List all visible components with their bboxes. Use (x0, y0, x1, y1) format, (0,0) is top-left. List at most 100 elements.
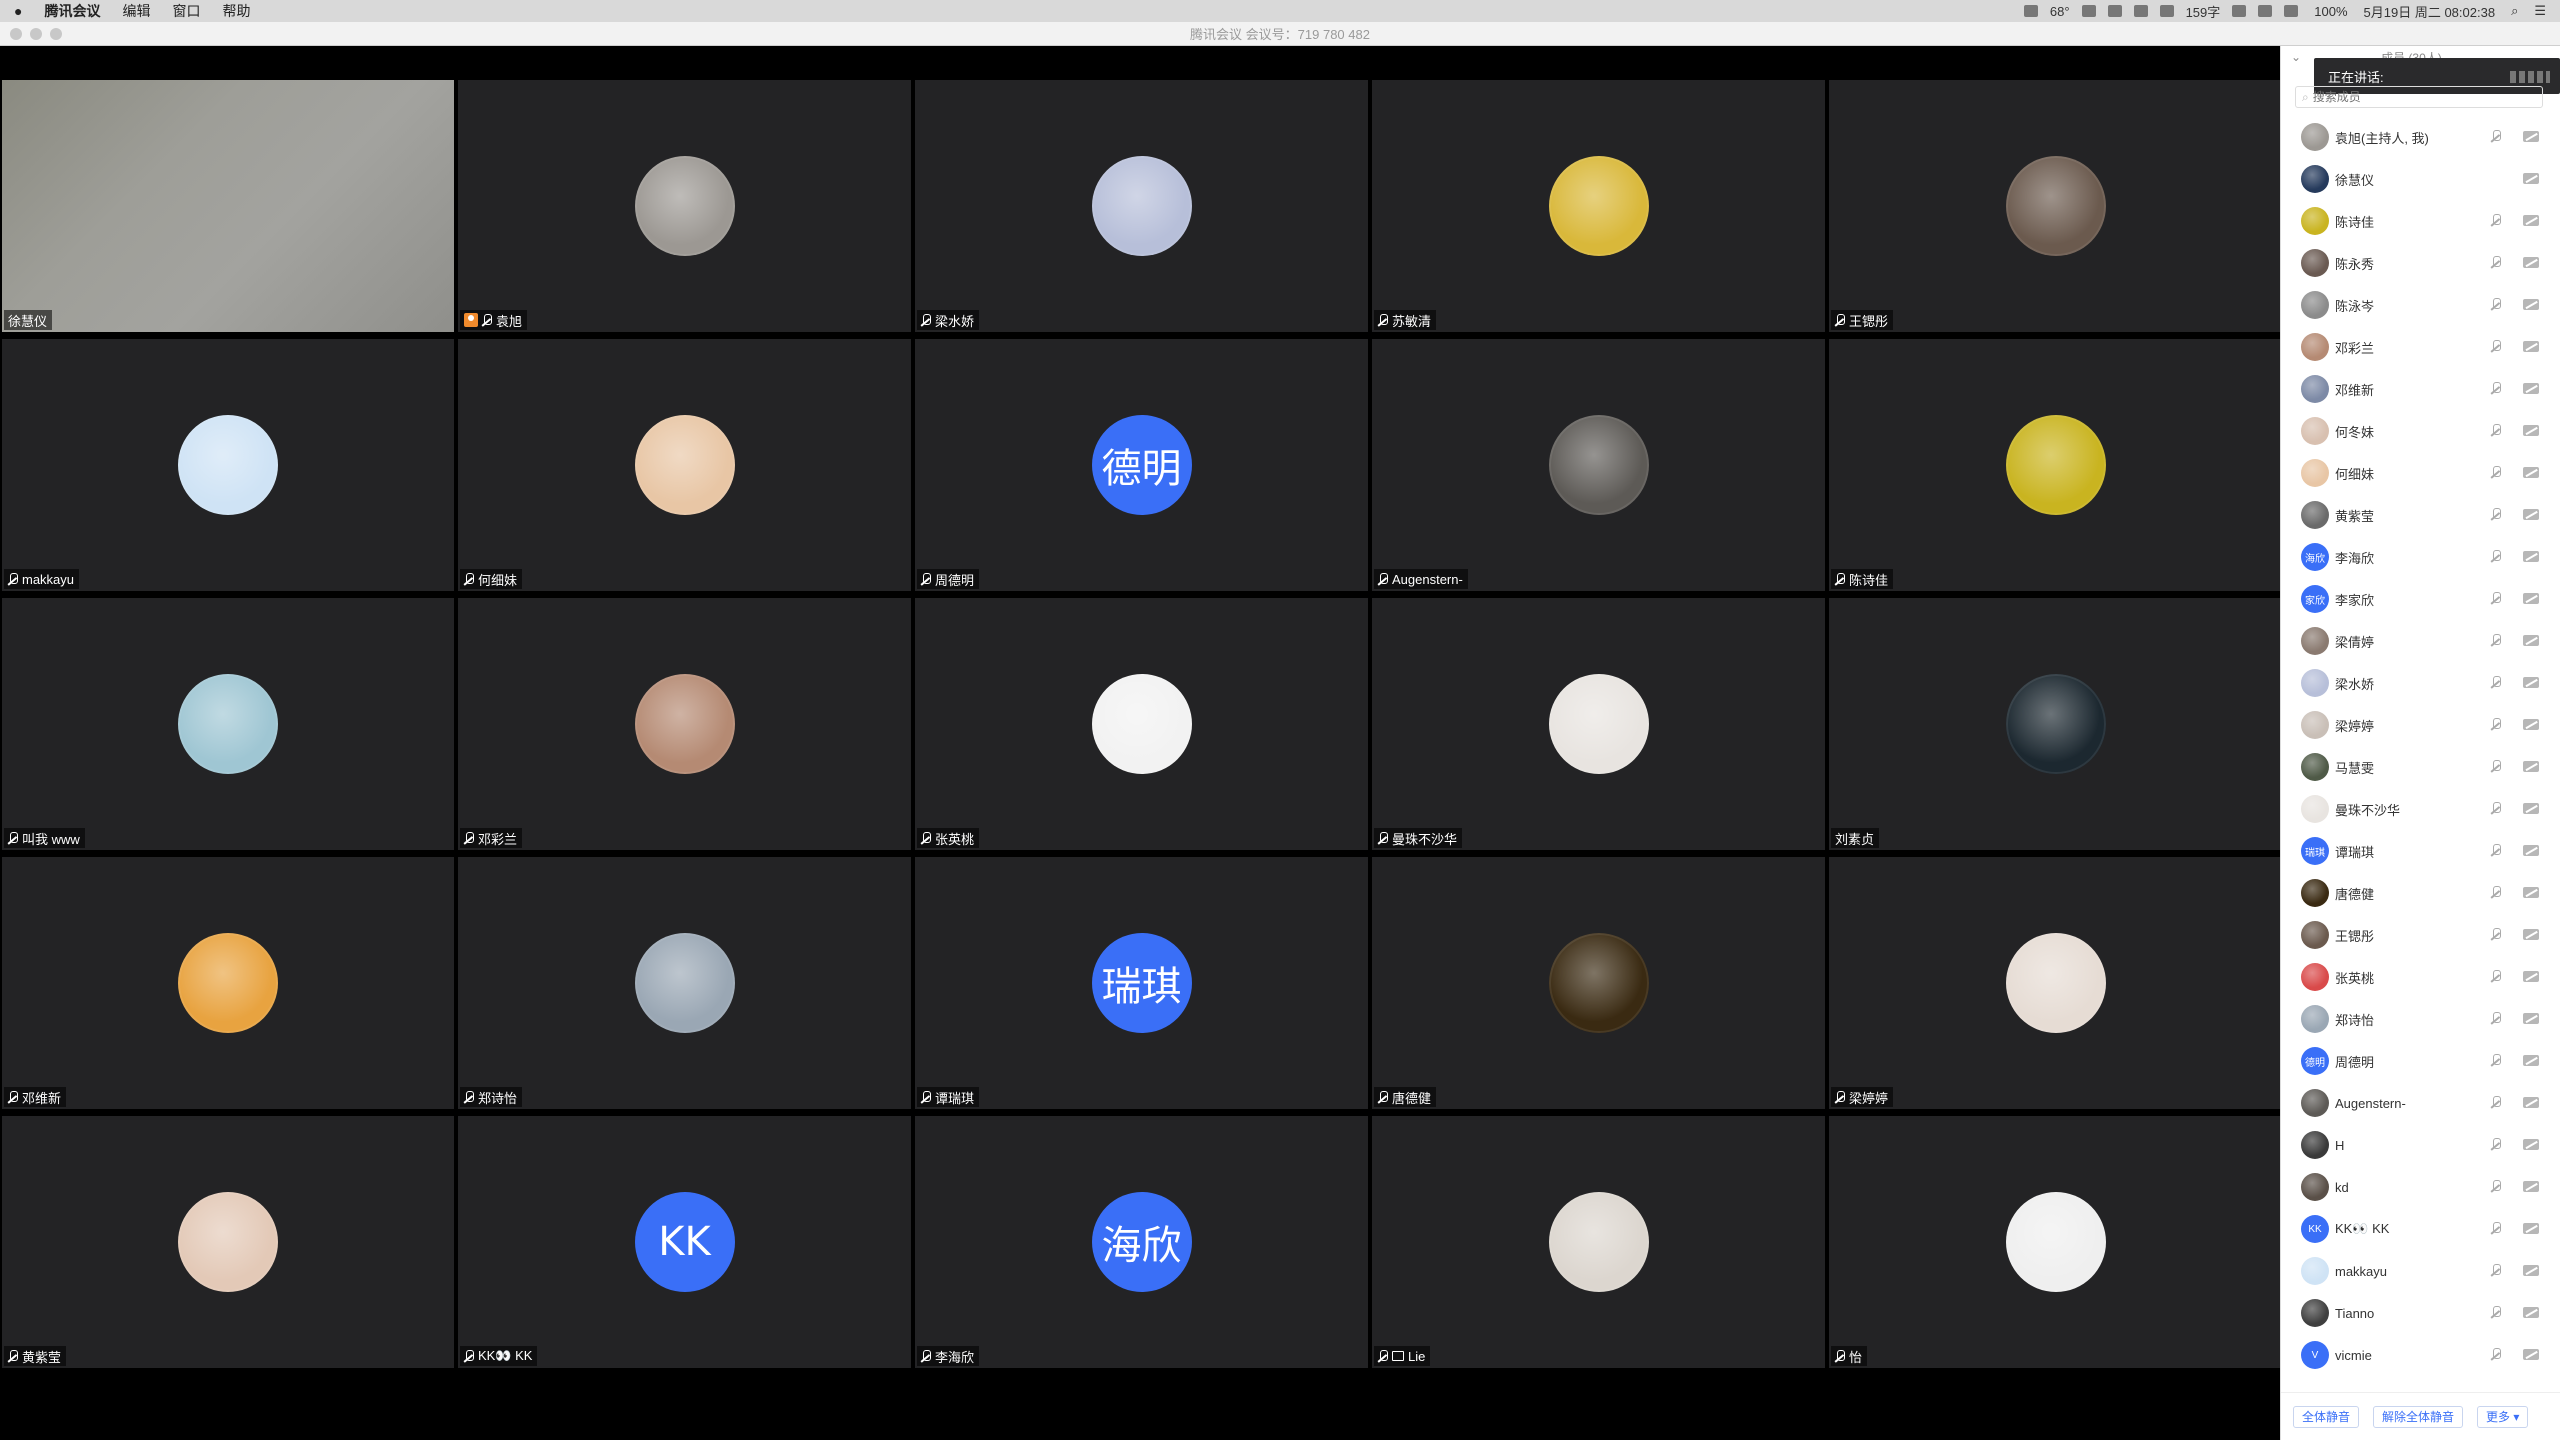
member-row[interactable]: 陈泳岑 (2281, 284, 2560, 326)
mic-muted-icon[interactable] (2491, 382, 2501, 396)
video-tile[interactable]: 陈诗佳 (1829, 339, 2282, 591)
video-tile[interactable]: 叫我 www (2, 598, 454, 850)
tray-app-icon[interactable] (2023, 5, 2038, 17)
mic-muted-icon[interactable] (2491, 1264, 2501, 1278)
video-tile[interactable]: KK KK👀 KK (458, 1116, 911, 1368)
tray-battery-icon[interactable] (2081, 5, 2096, 17)
camera-off-icon[interactable] (2523, 1307, 2539, 1318)
camera-off-icon[interactable] (2523, 509, 2539, 520)
camera-off-icon[interactable] (2523, 803, 2539, 814)
video-tile[interactable]: 郑诗怡 (458, 857, 911, 1109)
video-tile[interactable]: 张英桃 (915, 598, 1368, 850)
mic-muted-icon[interactable] (2491, 844, 2501, 858)
member-row[interactable]: makkayu (2281, 1250, 2560, 1292)
control-center-icon[interactable]: ☰ (2534, 3, 2546, 19)
camera-off-icon[interactable] (2523, 1013, 2539, 1024)
member-row[interactable]: 马慧雯 (2281, 746, 2560, 788)
member-row[interactable]: Tianno (2281, 1292, 2560, 1334)
member-row[interactable]: 瑞琪 谭瑞琪 (2281, 830, 2560, 872)
mic-muted-icon[interactable] (2491, 634, 2501, 648)
grid-icon[interactable] (2232, 5, 2247, 17)
more-button[interactable]: 更多 ▾ (2477, 1405, 2529, 1428)
video-tile[interactable]: 梁婷婷 (1829, 857, 2282, 1109)
volume-icon[interactable] (2284, 5, 2299, 17)
camera-off-icon[interactable] (2523, 593, 2539, 604)
video-tile[interactable]: 曼珠不沙华 (1372, 598, 1825, 850)
member-row[interactable]: 唐德健 (2281, 872, 2560, 914)
menu-window[interactable]: 窗口 (172, 1, 200, 21)
video-tile[interactable]: 刘素贞 (1829, 598, 2282, 850)
camera-off-icon[interactable] (2523, 971, 2539, 982)
search-icon[interactable]: ⌕ (2511, 3, 2518, 19)
video-tile[interactable]: 何细妹 (458, 339, 911, 591)
camera-off-icon[interactable] (2523, 425, 2539, 436)
member-row[interactable]: 邓彩兰 (2281, 326, 2560, 368)
menu-edit[interactable]: 编辑 (122, 1, 150, 21)
member-row[interactable]: 梁婷婷 (2281, 704, 2560, 746)
camera-off-icon[interactable] (2523, 1265, 2539, 1276)
mic-muted-icon[interactable] (2491, 550, 2501, 564)
member-row[interactable]: 曼珠不沙华 (2281, 788, 2560, 830)
member-row[interactable]: 何冬妹 (2281, 410, 2560, 452)
wifi-icon[interactable] (2258, 5, 2273, 17)
mic-muted-icon[interactable] (2491, 508, 2501, 522)
mic-muted-icon[interactable] (2491, 1180, 2501, 1194)
video-tile[interactable]: Augenstern- (1372, 339, 1825, 591)
camera-off-icon[interactable] (2523, 299, 2539, 310)
camera-off-icon[interactable] (2523, 383, 2539, 394)
video-tile[interactable]: 邓维新 (2, 857, 454, 1109)
video-tile[interactable]: makkayu (2, 339, 454, 591)
camera-off-icon[interactable] (2523, 677, 2539, 688)
mic-muted-icon[interactable] (2491, 970, 2501, 984)
mic-muted-icon[interactable] (2491, 592, 2501, 606)
mic-muted-icon[interactable] (2491, 718, 2501, 732)
video-tile[interactable]: 怡 (1829, 1116, 2282, 1368)
camera-off-icon[interactable] (2523, 257, 2539, 268)
member-row[interactable]: 何细妹 (2281, 452, 2560, 494)
camera-off-icon[interactable] (2523, 635, 2539, 646)
camera-off-icon[interactable] (2523, 1139, 2539, 1150)
member-row[interactable]: KK KK👀 KK (2281, 1208, 2560, 1250)
mic-muted-icon[interactable] (2491, 298, 2501, 312)
menu-app-name[interactable]: 腾讯会议 (44, 1, 100, 21)
mic-muted-icon[interactable] (2491, 1222, 2501, 1236)
camera-off-icon[interactable] (2523, 551, 2539, 562)
member-row[interactable]: 徐慧仪 (2281, 158, 2560, 200)
mic-muted-icon[interactable] (2491, 1348, 2501, 1362)
mic-muted-icon[interactable] (2491, 1306, 2501, 1320)
camera-off-icon[interactable] (2523, 467, 2539, 478)
member-row[interactable]: 邓维新 (2281, 368, 2560, 410)
mic-muted-icon[interactable] (2491, 424, 2501, 438)
camera-off-icon[interactable] (2523, 1055, 2539, 1066)
member-row[interactable]: H (2281, 1124, 2560, 1166)
mic-muted-icon[interactable] (2491, 466, 2501, 480)
unmute-all-button[interactable]: 解除全体静音 (2373, 1405, 2464, 1428)
mic-muted-icon[interactable] (2491, 886, 2501, 900)
member-row[interactable]: Augenstern- (2281, 1082, 2560, 1124)
mic-muted-icon[interactable] (2491, 1012, 2501, 1026)
video-tile[interactable]: 苏敏清 (1372, 80, 1825, 332)
mic-muted-icon[interactable] (2491, 1054, 2501, 1068)
menu-help[interactable]: 帮助 (222, 1, 250, 21)
cloud-icon[interactable] (2159, 5, 2174, 17)
camera-off-icon[interactable] (2523, 761, 2539, 772)
video-tile[interactable]: 海欣 李海欣 (915, 1116, 1368, 1368)
video-tile[interactable]: 瑞琪 谭瑞琪 (915, 857, 1368, 1109)
mic-muted-icon[interactable] (2491, 340, 2501, 354)
datetime-label[interactable]: 5月19日 周二 08:02:38 (2364, 2, 2496, 21)
video-tile[interactable]: Lie (1372, 1116, 1825, 1368)
camera-off-icon[interactable] (2523, 341, 2539, 352)
member-row[interactable]: 袁旭(主持人, 我) (2281, 116, 2560, 158)
video-tile[interactable]: 唐德健 (1372, 857, 1825, 1109)
camera-off-icon[interactable] (2523, 929, 2539, 940)
video-tile[interactable]: 德明 周德明 (915, 339, 1368, 591)
mic-muted-icon[interactable] (2491, 760, 2501, 774)
camera-off-icon[interactable] (2523, 845, 2539, 856)
mic-muted-icon[interactable] (2491, 1138, 2501, 1152)
member-row[interactable]: 郑诗怡 (2281, 998, 2560, 1040)
camera-off-icon[interactable] (2523, 1349, 2539, 1360)
video-tile[interactable]: 徐慧仪 (2, 80, 454, 332)
tray-screen-icon[interactable] (2133, 5, 2148, 17)
mic-muted-icon[interactable] (2491, 676, 2501, 690)
mute-all-button[interactable]: 全体静音 (2293, 1405, 2360, 1428)
